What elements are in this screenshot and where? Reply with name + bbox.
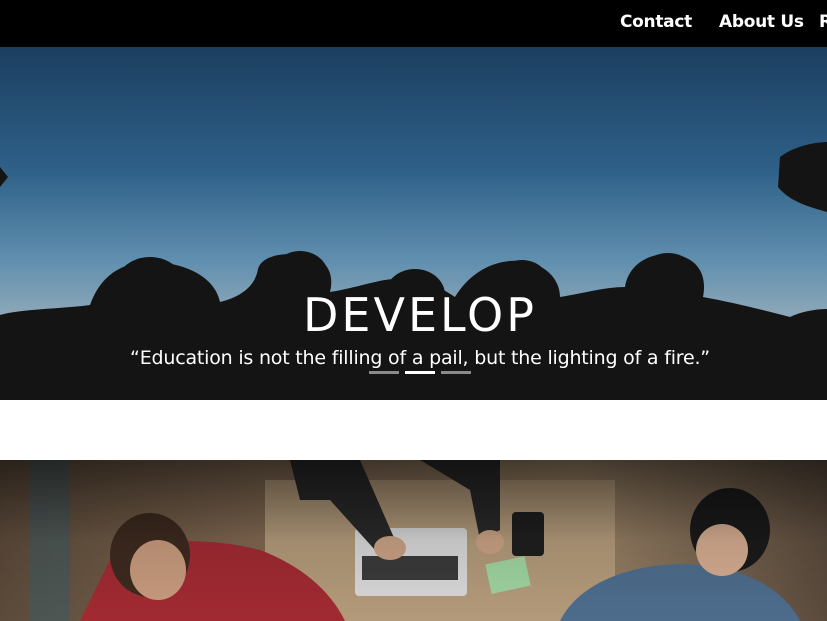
hero-quote: “Education is not the filling of a pail,… — [130, 347, 710, 369]
students-photo-image — [0, 460, 827, 621]
top-navbar: Contact About Us R — [0, 0, 827, 47]
nav-link-contact[interactable]: Contact — [620, 12, 692, 32]
hero-title: DEVELOP — [303, 287, 537, 342]
students-photo — [0, 460, 827, 621]
main-nav: Contact About Us R — [0, 0, 827, 47]
carousel-indicator-3[interactable] — [441, 371, 471, 374]
carousel-indicator-2[interactable] — [405, 371, 435, 374]
nav-link-about-us[interactable]: About Us — [719, 12, 804, 32]
section-spacer — [0, 400, 827, 460]
nav-link-partial[interactable]: R — [819, 12, 827, 32]
carousel-indicator-1[interactable] — [369, 371, 399, 374]
hero-carousel[interactable]: DEVELOP “Education is not the filling of… — [0, 47, 827, 400]
